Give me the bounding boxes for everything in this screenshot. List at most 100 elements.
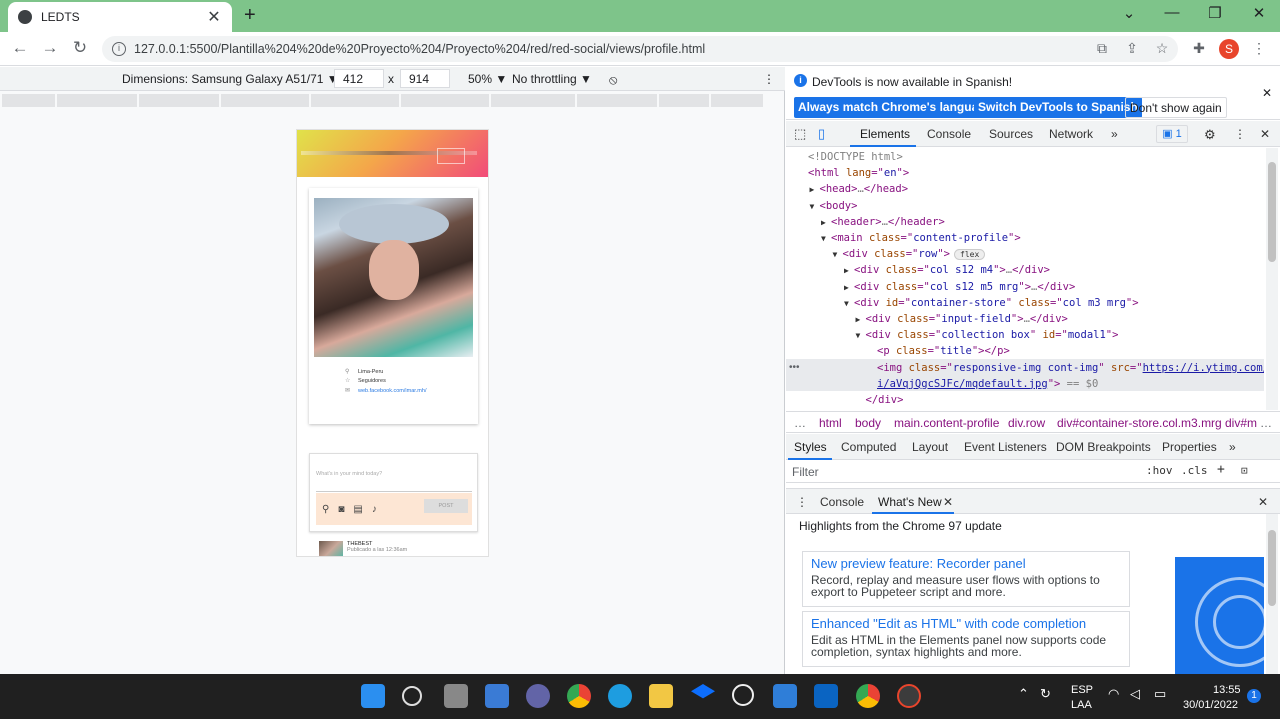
device-select[interactable]: Dimensions: Samsung Galaxy A51/71 ▼ [122, 72, 339, 86]
flex-badge[interactable]: flex [954, 249, 986, 261]
crumb-container-store[interactable]: div#container-store.col.m3.mrg [1057, 416, 1222, 430]
issues-badge[interactable]: ▣ 1 [1156, 125, 1188, 143]
battery-icon[interactable]: ▭ [1154, 686, 1166, 702]
media-query-ruler[interactable] [2, 94, 784, 107]
new-rule-icon[interactable]: + [1217, 462, 1225, 477]
lang-secondary[interactable]: LAA [1071, 699, 1092, 711]
height-input[interactable]: 914 [400, 69, 450, 88]
devtools-menu-icon[interactable]: ⋮ [1234, 127, 1246, 141]
address-bar[interactable]: i 127.0.0.1:5500/Plantilla%204%20de%20Pr… [102, 36, 1178, 62]
settings-gear-icon[interactable]: ⚙ [1204, 127, 1216, 143]
share-icon[interactable]: ⇪ [1123, 40, 1141, 57]
vscode-icon[interactable] [773, 684, 797, 708]
reload-icon[interactable]: ↻ [70, 38, 90, 58]
throttling-select[interactable]: No throttling ▼ [512, 72, 592, 86]
dom-node-row[interactable]: <p class="title"></p> [867, 343, 1010, 359]
collapse-arrow-icon[interactable]: ▼ [844, 296, 854, 312]
drawer-tab-console[interactable]: Console [820, 495, 864, 509]
menu-kebab-icon[interactable]: ⋮ [1250, 40, 1268, 57]
site-info-icon[interactable]: i [112, 42, 126, 56]
dom-node-row[interactable]: ▼ <body> [810, 198, 858, 214]
location-icon[interactable]: ⚲ [322, 504, 329, 515]
crumb-modal[interactable]: div#m [1225, 416, 1257, 430]
dom-node-row[interactable]: </div> [856, 392, 904, 408]
dom-node-row[interactable]: ▶ <header>…</header> [821, 214, 945, 230]
collapse-arrow-icon[interactable]: ▼ [856, 328, 866, 344]
tab-sources[interactable]: Sources [989, 127, 1033, 141]
tab-network[interactable]: Network [1049, 127, 1093, 141]
tab-event-listeners[interactable]: Event Listeners [964, 440, 1047, 454]
device-toggle-icon[interactable]: ▯ [818, 126, 825, 142]
maximize-icon[interactable]: ❐ [1205, 4, 1225, 22]
cls-toggle[interactable]: .cls [1181, 464, 1208, 477]
clock-date[interactable]: 30/01/2022 [1183, 699, 1238, 711]
dom-node-row[interactable]: ▶ <div class="col s12 m4">…</div> [844, 262, 1050, 278]
feed-item[interactable]: THEBEST Publicado a las 12:36am [319, 541, 479, 556]
post-input[interactable]: What's in your mind today? [316, 471, 472, 492]
mail-app-icon[interactable] [814, 684, 838, 708]
new-tab-icon[interactable]: + [244, 4, 256, 27]
tab-properties[interactable]: Properties [1162, 440, 1217, 454]
feature-card[interactable]: Enhanced "Edit as HTML" with code comple… [802, 611, 1130, 667]
profile-link[interactable]: ✉ web.facebook.com/imar.mh/ [345, 387, 426, 395]
sync-icon[interactable]: ↻ [1040, 686, 1051, 702]
chat-icon[interactable] [526, 684, 550, 708]
match-language-button[interactable]: Always match Chrome's language [794, 97, 997, 118]
widgets-icon[interactable] [485, 684, 509, 708]
dom-node-row[interactable]: ▶ <head>…</head> [810, 181, 909, 197]
close-infobar-icon[interactable]: ✕ [1262, 86, 1272, 100]
tab-computed[interactable]: Computed [841, 440, 896, 454]
lang-primary[interactable]: ESP [1071, 684, 1093, 696]
notification-badge[interactable]: 1 [1247, 689, 1261, 703]
dom-node-row[interactable]: <!DOCTYPE html> [798, 149, 903, 165]
task-view-icon[interactable] [444, 684, 468, 708]
dom-scrollbar[interactable] [1266, 148, 1278, 410]
expand-arrow-icon[interactable]: ▶ [844, 280, 854, 296]
minimize-icon[interactable]: — [1162, 4, 1182, 21]
back-icon[interactable]: ← [10, 38, 30, 58]
bookmark-star-icon[interactable]: ☆ [1153, 40, 1171, 57]
close-tab-icon[interactable]: ✕ [206, 7, 222, 27]
video-icon[interactable]: ▤ [353, 504, 362, 515]
width-input[interactable]: 412 [334, 69, 384, 88]
more-tabs-icon[interactable]: » [1111, 127, 1118, 141]
start-icon[interactable] [361, 684, 385, 708]
profile-avatar[interactable]: S [1219, 39, 1239, 59]
browser-tab[interactable]: LEDTS ✕ [8, 2, 232, 32]
crumb-row[interactable]: div.row [1008, 416, 1045, 430]
tab-dom-breakpoints[interactable]: DOM Breakpoints [1056, 440, 1151, 454]
chrome-profile-icon[interactable] [856, 684, 880, 708]
tab-search-icon[interactable]: ⌄ [1119, 4, 1139, 22]
post-button[interactable]: POST [424, 499, 468, 513]
clock-time[interactable]: 13:55 [1213, 684, 1241, 696]
expand-arrow-icon[interactable]: ▶ [844, 263, 854, 279]
sidebar-toggle-icon[interactable]: ⊡ [1241, 464, 1248, 477]
tab-layout[interactable]: Layout [912, 440, 948, 454]
filter-input[interactable]: Filter [792, 465, 819, 479]
dom-node-row[interactable]: i/aVqjQgcSJFc/mqdefault.jpg"> == $0 [867, 376, 1098, 392]
crumb-more[interactable]: … [1260, 416, 1272, 430]
dom-node-row[interactable]: ▶ <div class="input-field">…</div> [856, 311, 1068, 327]
hov-toggle[interactable]: :hov [1146, 464, 1173, 477]
expand-arrow-icon[interactable]: ▶ [821, 215, 831, 231]
dom-node-row[interactable]: ▼ <main class="content-profile"> [821, 230, 1021, 246]
feature-card[interactable]: New preview feature: Recorder panel Reco… [802, 551, 1130, 607]
dom-node-row[interactable]: ▼ <div id="container-store" class="col m3… [844, 295, 1139, 311]
device-more-icon[interactable]: ⋮ [763, 72, 775, 86]
collapse-arrow-icon[interactable]: ▼ [821, 231, 831, 247]
dom-node-row[interactable]: ▶ <div class="col s12 m5 mrg">…</div> [844, 279, 1075, 295]
tab-styles[interactable]: Styles [794, 440, 827, 454]
dont-show-again-button[interactable]: Don't show again [1125, 97, 1227, 118]
dom-node-row[interactable]: ▼ <div class="collection box" id="modal1"… [856, 327, 1119, 343]
dom-node-row[interactable]: <img class="responsive-img cont-img" src… [867, 360, 1264, 376]
expand-arrow-icon[interactable]: ▶ [810, 182, 820, 198]
inspect-icon[interactable]: ⬚ [794, 126, 806, 142]
dom-node-row[interactable]: ▼ <div class="row"> flex [833, 246, 986, 262]
search-icon[interactable] [402, 686, 422, 706]
tab-elements[interactable]: Elements [860, 127, 910, 141]
edge-icon[interactable] [608, 684, 632, 708]
chrome-active-icon[interactable] [897, 684, 921, 708]
collapse-arrow-icon[interactable]: ▼ [810, 199, 820, 215]
camera-icon[interactable]: ◙ [338, 504, 344, 515]
wifi-icon[interactable]: ◠ [1108, 686, 1119, 702]
